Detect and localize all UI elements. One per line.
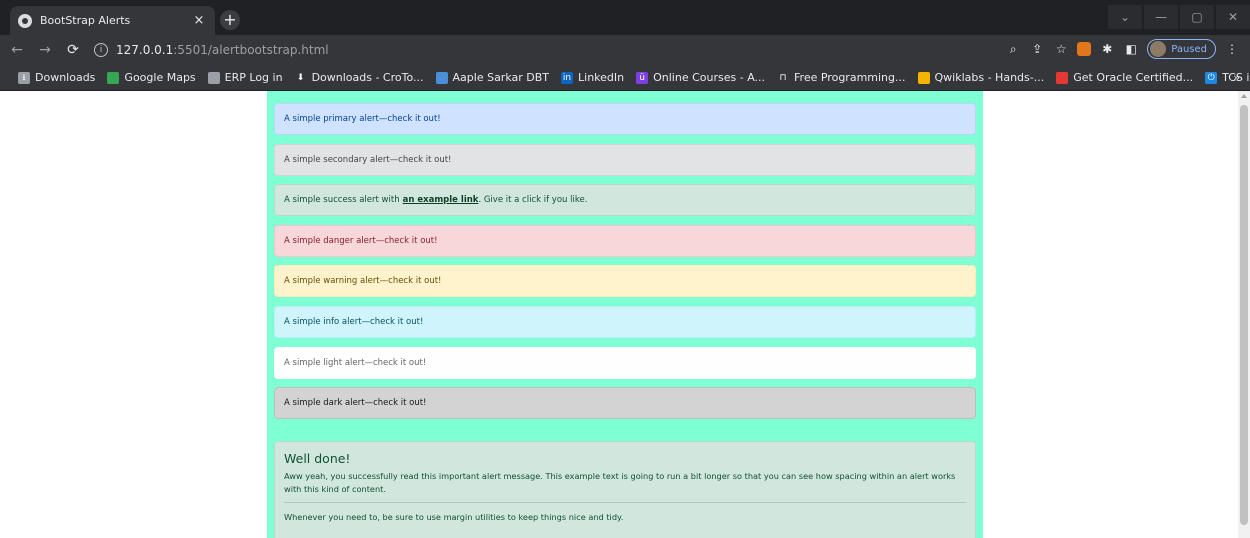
scrollbar-thumb[interactable] (1240, 105, 1248, 525)
alert-text: . Give it a click if you like. (478, 195, 588, 206)
tab-strip: BootStrap Alerts × + ⌄ — ▢ ✕ (0, 0, 1250, 35)
bookmark-label: Online Courses - A... (653, 71, 766, 84)
back-button[interactable]: ← (6, 39, 28, 61)
alert-example-link[interactable]: an example link (403, 195, 479, 205)
bookmark-item[interactable]: ⊓ Free Programming... (777, 71, 906, 84)
alert-light: A simple light alert—check it out! (274, 346, 976, 379)
alert-text: A simple success alert with (284, 195, 400, 206)
bookmark-favicon-icon (207, 71, 220, 84)
profile-button[interactable]: Paused (1147, 39, 1216, 59)
side-panel-icon[interactable]: ◧ (1123, 41, 1139, 57)
alert-text: A simple danger alert—check it out! (284, 235, 438, 246)
alert-text: A simple dark alert—check it out! (284, 398, 427, 409)
bookmark-item[interactable]: ⭳ Downloads (18, 71, 95, 84)
alert-dark: A simple dark alert—check it out! (274, 387, 976, 420)
menu-kebab-icon[interactable]: ⋮ (1224, 41, 1240, 57)
scroll-up-arrow-icon[interactable] (1241, 94, 1247, 98)
window-controls: ⌄ — ▢ ✕ (1106, 5, 1250, 29)
alert-text: A simple light alert—check it out! (284, 357, 427, 368)
bookmark-star-icon[interactable]: ☆ (1053, 41, 1069, 57)
avatar (1150, 41, 1167, 57)
vertical-scrollbar[interactable] (1238, 91, 1250, 538)
bookmark-label: Downloads (35, 71, 96, 84)
address-bar[interactable]: i 127.0.0.1:5501/alertbootstrap.html (94, 38, 994, 62)
bookmark-item[interactable]: Qwiklabs - Hands-... (917, 71, 1045, 84)
tab-title: BootStrap Alerts (40, 14, 131, 27)
bookmark-favicon-icon: ⏻ (1205, 71, 1218, 84)
bookmark-favicon-icon: ü (636, 71, 649, 84)
metamask-extension-icon[interactable] (1077, 42, 1092, 56)
globe-icon (18, 13, 32, 28)
alert-secondary: A simple secondary alert—check it out! (274, 143, 976, 176)
bookmark-item[interactable]: ü Online Courses - A... (636, 71, 765, 84)
bookmark-label: Free Programming... (794, 71, 906, 84)
browser-tab[interactable]: BootStrap Alerts × (10, 6, 215, 35)
url-path: :5501/alertbootstrap.html (173, 43, 329, 57)
bookmark-favicon-icon (435, 71, 448, 84)
close-window-button[interactable]: ✕ (1216, 5, 1250, 29)
bookmark-label: Google Maps (124, 71, 196, 84)
bookmark-label: ERP Log in (224, 71, 283, 84)
alert-footer: Whenever you need to, be sure to use mar… (284, 512, 624, 523)
bookmark-favicon-icon: ⭳ (18, 71, 30, 84)
alert-text: A simple primary alert—check it out! (284, 114, 441, 124)
toolbar-actions: ⌕ ⇪ ☆ ✱ ◧ Paused ⋮ (1005, 39, 1240, 59)
alert-info: A simple info alert—check it out! (274, 305, 976, 338)
alert-body: Aww yeah, you successfully read this imp… (284, 471, 956, 495)
alert-danger: A simple danger alert—check it out! (274, 224, 976, 257)
bookmarks-bar: ⭳ Downloads Google Maps ERP Log in ⬇ Download… (0, 65, 1250, 91)
alert-primary: A simple primary alert—check it out! (274, 103, 976, 135)
bookmark-item[interactable]: in LinkedIn (561, 71, 624, 84)
bookmarks-overflow-button[interactable]: » (1233, 71, 1240, 84)
bookmark-item[interactable]: Aaple Sarkar DBT (435, 71, 550, 84)
alert-success: A simple success alert with an example l… (274, 184, 976, 217)
reload-button[interactable]: ⟳ (62, 39, 84, 61)
bookmark-label: Get Oracle Certified... (1073, 71, 1194, 84)
site-info-icon[interactable]: i (94, 43, 108, 57)
forward-button[interactable]: → (34, 39, 56, 61)
alerts-container: A simple primary alert—check it out! A s… (267, 91, 983, 538)
alert-well-done: Well done! Aww yeah, you successfully re… (274, 441, 976, 538)
bookmark-favicon-icon (107, 71, 120, 84)
bookmark-favicon-icon (1056, 71, 1069, 84)
alert-text: A simple secondary alert—check it out! (284, 154, 452, 165)
url-host: 127.0.0.1 (116, 43, 174, 57)
bookmark-label: Downloads - CroTo... (311, 71, 424, 84)
alert-text: A simple info alert—check it out! (284, 316, 424, 327)
tab-close-button[interactable]: × (191, 13, 207, 29)
page-viewport: A simple primary alert—check it out! A s… (0, 91, 1250, 538)
bookmark-item[interactable]: ⏻TCS iON Digital Lea... (1205, 71, 1250, 84)
bookmark-item[interactable]: ⬇ Downloads - CroTo... (294, 71, 424, 84)
tab-search-button[interactable]: ⌄ (1108, 5, 1142, 29)
bookmark-favicon-icon: ⬇ (294, 71, 307, 84)
bookmark-favicon-icon: ⊓ (777, 71, 790, 84)
bookmark-label: LinkedIn (578, 71, 625, 84)
bookmark-label: Aaple Sarkar DBT (452, 71, 550, 84)
alert-warning: A simple warning alert—check it out! (274, 265, 976, 298)
alert-divider (284, 502, 966, 504)
bookmark-item[interactable]: Get Oracle Certified... (1056, 71, 1193, 84)
zoom-icon[interactable]: ⌕ (1005, 41, 1021, 57)
extensions-puzzle-icon[interactable]: ✱ (1099, 41, 1115, 57)
bookmark-item[interactable]: ERP Log in (207, 71, 283, 84)
new-tab-button[interactable]: + (220, 10, 240, 30)
share-icon[interactable]: ⇪ (1029, 41, 1045, 57)
minimize-button[interactable]: — (1144, 5, 1178, 29)
bookmark-favicon-icon: in (561, 71, 574, 84)
browser-toolbar: ← → ⟳ i 127.0.0.1:5501/alertbootstrap.ht… (0, 35, 1250, 65)
profile-status: Paused (1171, 43, 1207, 55)
alert-text: A simple warning alert—check it out! (284, 276, 442, 287)
bookmark-favicon-icon (917, 71, 930, 84)
alert-heading: Well done! (284, 451, 351, 467)
maximize-button[interactable]: ▢ (1180, 5, 1214, 29)
bookmark-label: Qwiklabs - Hands-... (934, 71, 1045, 84)
bookmark-item[interactable]: Google Maps (107, 71, 196, 84)
